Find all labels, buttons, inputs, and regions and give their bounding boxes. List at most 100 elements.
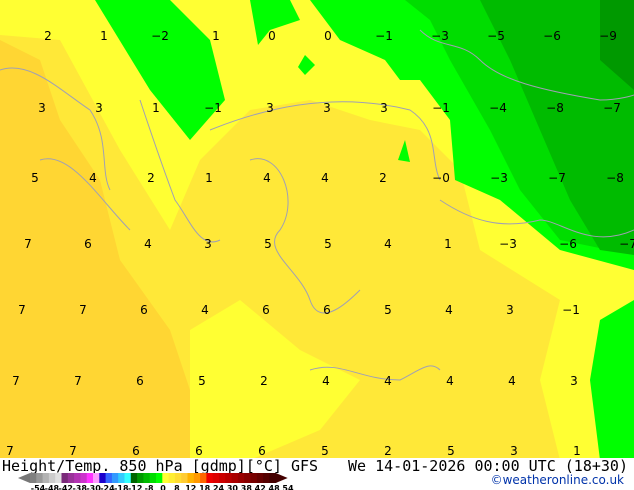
scale-swatch <box>93 473 100 483</box>
temperature-label: 5 <box>447 444 455 458</box>
scale-tick-label: 54 <box>282 484 294 490</box>
temperature-label: −4 <box>489 101 507 115</box>
scale-swatch <box>149 473 157 483</box>
scale-tick-label: -30 <box>86 484 101 490</box>
scale-swatch <box>48 473 56 483</box>
scale-right-arrow <box>275 473 288 483</box>
temperature-label: 3 <box>266 101 274 115</box>
temperature-label: 6 <box>258 444 266 458</box>
temperature-label: 1 <box>100 29 108 43</box>
credit-link[interactable]: ©weatheronline.co.uk <box>491 473 624 487</box>
temperature-label: 1 <box>212 29 220 43</box>
temperature-label: 2 <box>44 29 52 43</box>
temperature-label: 7 <box>12 374 20 388</box>
scale-tick-label: -18 <box>114 484 129 490</box>
temperature-label: 1 <box>205 171 213 185</box>
temperature-label: 7 <box>18 303 26 317</box>
temperature-label: 6 <box>195 444 203 458</box>
temperature-label: 5 <box>321 444 329 458</box>
scale-tick-label: 18 <box>199 484 211 490</box>
scale-swatch <box>250 473 258 483</box>
temperature-label: 4 <box>384 374 392 388</box>
temperature-label: 4 <box>322 374 330 388</box>
scale-swatch <box>174 473 182 483</box>
temperature-label: −3 <box>431 29 449 43</box>
temperature-label: −1 <box>432 101 450 115</box>
temperature-label: −9 <box>599 29 617 43</box>
temperature-label: −2 <box>151 29 169 43</box>
scale-tick-label: -24 <box>100 484 115 490</box>
temperature-label: 0 <box>268 29 276 43</box>
color-scale-legend: -54 -48 -42 -38 -30 -24 -18 -12 -8 0 8 12 18 24 30 38 42… <box>18 473 294 490</box>
temperature-label: −8 <box>546 101 564 115</box>
scale-swatch <box>55 473 62 483</box>
scale-tick-label: -42 <box>59 484 73 490</box>
temperature-label: −1 <box>562 303 580 317</box>
scale-swatch <box>86 473 94 483</box>
temperature-label: 5 <box>31 171 39 185</box>
scale-tick-label: 0 <box>160 484 166 490</box>
temperature-label: 3 <box>570 374 578 388</box>
temperature-label: 3 <box>506 303 514 317</box>
temperature-map: 2 1 −2 1 0 0 −1 −3 −5 −6 −9 3 3 1 −1 3 3 3 −1 −4 −8 −7 5 4 2 1 4 4 2… <box>0 0 634 460</box>
temperature-label: 2 <box>379 171 387 185</box>
scale-swatch <box>244 473 251 483</box>
scale-swatch <box>269 473 277 483</box>
temperature-label: 3 <box>38 101 46 115</box>
scale-left-arrow <box>18 473 30 483</box>
temperature-label: −7 <box>603 101 621 115</box>
temperature-label: 3 <box>323 101 331 115</box>
temperature-label: 6 <box>323 303 331 317</box>
temperature-label: −3 <box>490 171 508 185</box>
temperature-label: 3 <box>204 237 212 251</box>
temperature-label: 4 <box>321 171 329 185</box>
scale-swatch <box>212 473 220 483</box>
temperature-label: 2 <box>384 444 392 458</box>
scale-swatch <box>219 473 226 483</box>
scale-swatch <box>105 473 113 483</box>
scale-swatch <box>187 473 195 483</box>
temperature-label: −7 <box>619 237 634 251</box>
scale-swatch <box>181 473 188 483</box>
scale-tick-label: 24 <box>213 484 225 490</box>
scale-tick-label: 38 <box>241 484 253 490</box>
temperature-label: 2 <box>147 171 155 185</box>
scale-swatch <box>168 473 176 483</box>
temperature-label: 5 <box>198 374 206 388</box>
temperature-label: 4 <box>508 374 516 388</box>
scale-swatch <box>256 473 264 483</box>
temperature-label: −6 <box>543 29 561 43</box>
scale-swatch <box>30 473 37 483</box>
temperature-label: 6 <box>140 303 148 317</box>
temperature-label: 4 <box>144 237 152 251</box>
temperature-label: −6 <box>559 237 577 251</box>
temperature-label: 4 <box>445 303 453 317</box>
temperature-label: 4 <box>446 374 454 388</box>
weather-map-view: 2 1 −2 1 0 0 −1 −3 −5 −6 −9 3 3 1 −1 3 3 3 −1 −4 −8 −7 5 4 2 1 4 4 2… <box>0 0 634 490</box>
scale-tick-label: -54 <box>31 484 46 490</box>
temperature-label: 5 <box>384 303 392 317</box>
scale-swatch <box>124 473 132 483</box>
scale-swatch <box>137 473 144 483</box>
temperature-label: 7 <box>74 374 82 388</box>
scale-tick-label: 42 <box>255 484 266 490</box>
scale-swatch <box>156 473 163 483</box>
scale-swatch <box>36 473 44 483</box>
scale-swatch <box>74 473 81 483</box>
scale-swatch <box>162 473 170 483</box>
temperature-label: 5 <box>264 237 272 251</box>
temperature-label: −0 <box>432 171 450 185</box>
scale-swatch <box>118 473 125 483</box>
temperature-label: 6 <box>84 237 92 251</box>
temperature-label: −7 <box>548 171 566 185</box>
temperature-label: 7 <box>6 444 14 458</box>
temperature-label: 2 <box>260 374 268 388</box>
temperature-label: −8 <box>606 171 624 185</box>
temperature-label: 4 <box>384 237 392 251</box>
scale-swatch <box>225 473 233 483</box>
temperature-label: 3 <box>380 101 388 115</box>
scale-swatch <box>206 473 214 483</box>
scale-tick-label: -12 <box>128 484 142 490</box>
temperature-label: 7 <box>69 444 77 458</box>
temperature-label: 6 <box>262 303 270 317</box>
